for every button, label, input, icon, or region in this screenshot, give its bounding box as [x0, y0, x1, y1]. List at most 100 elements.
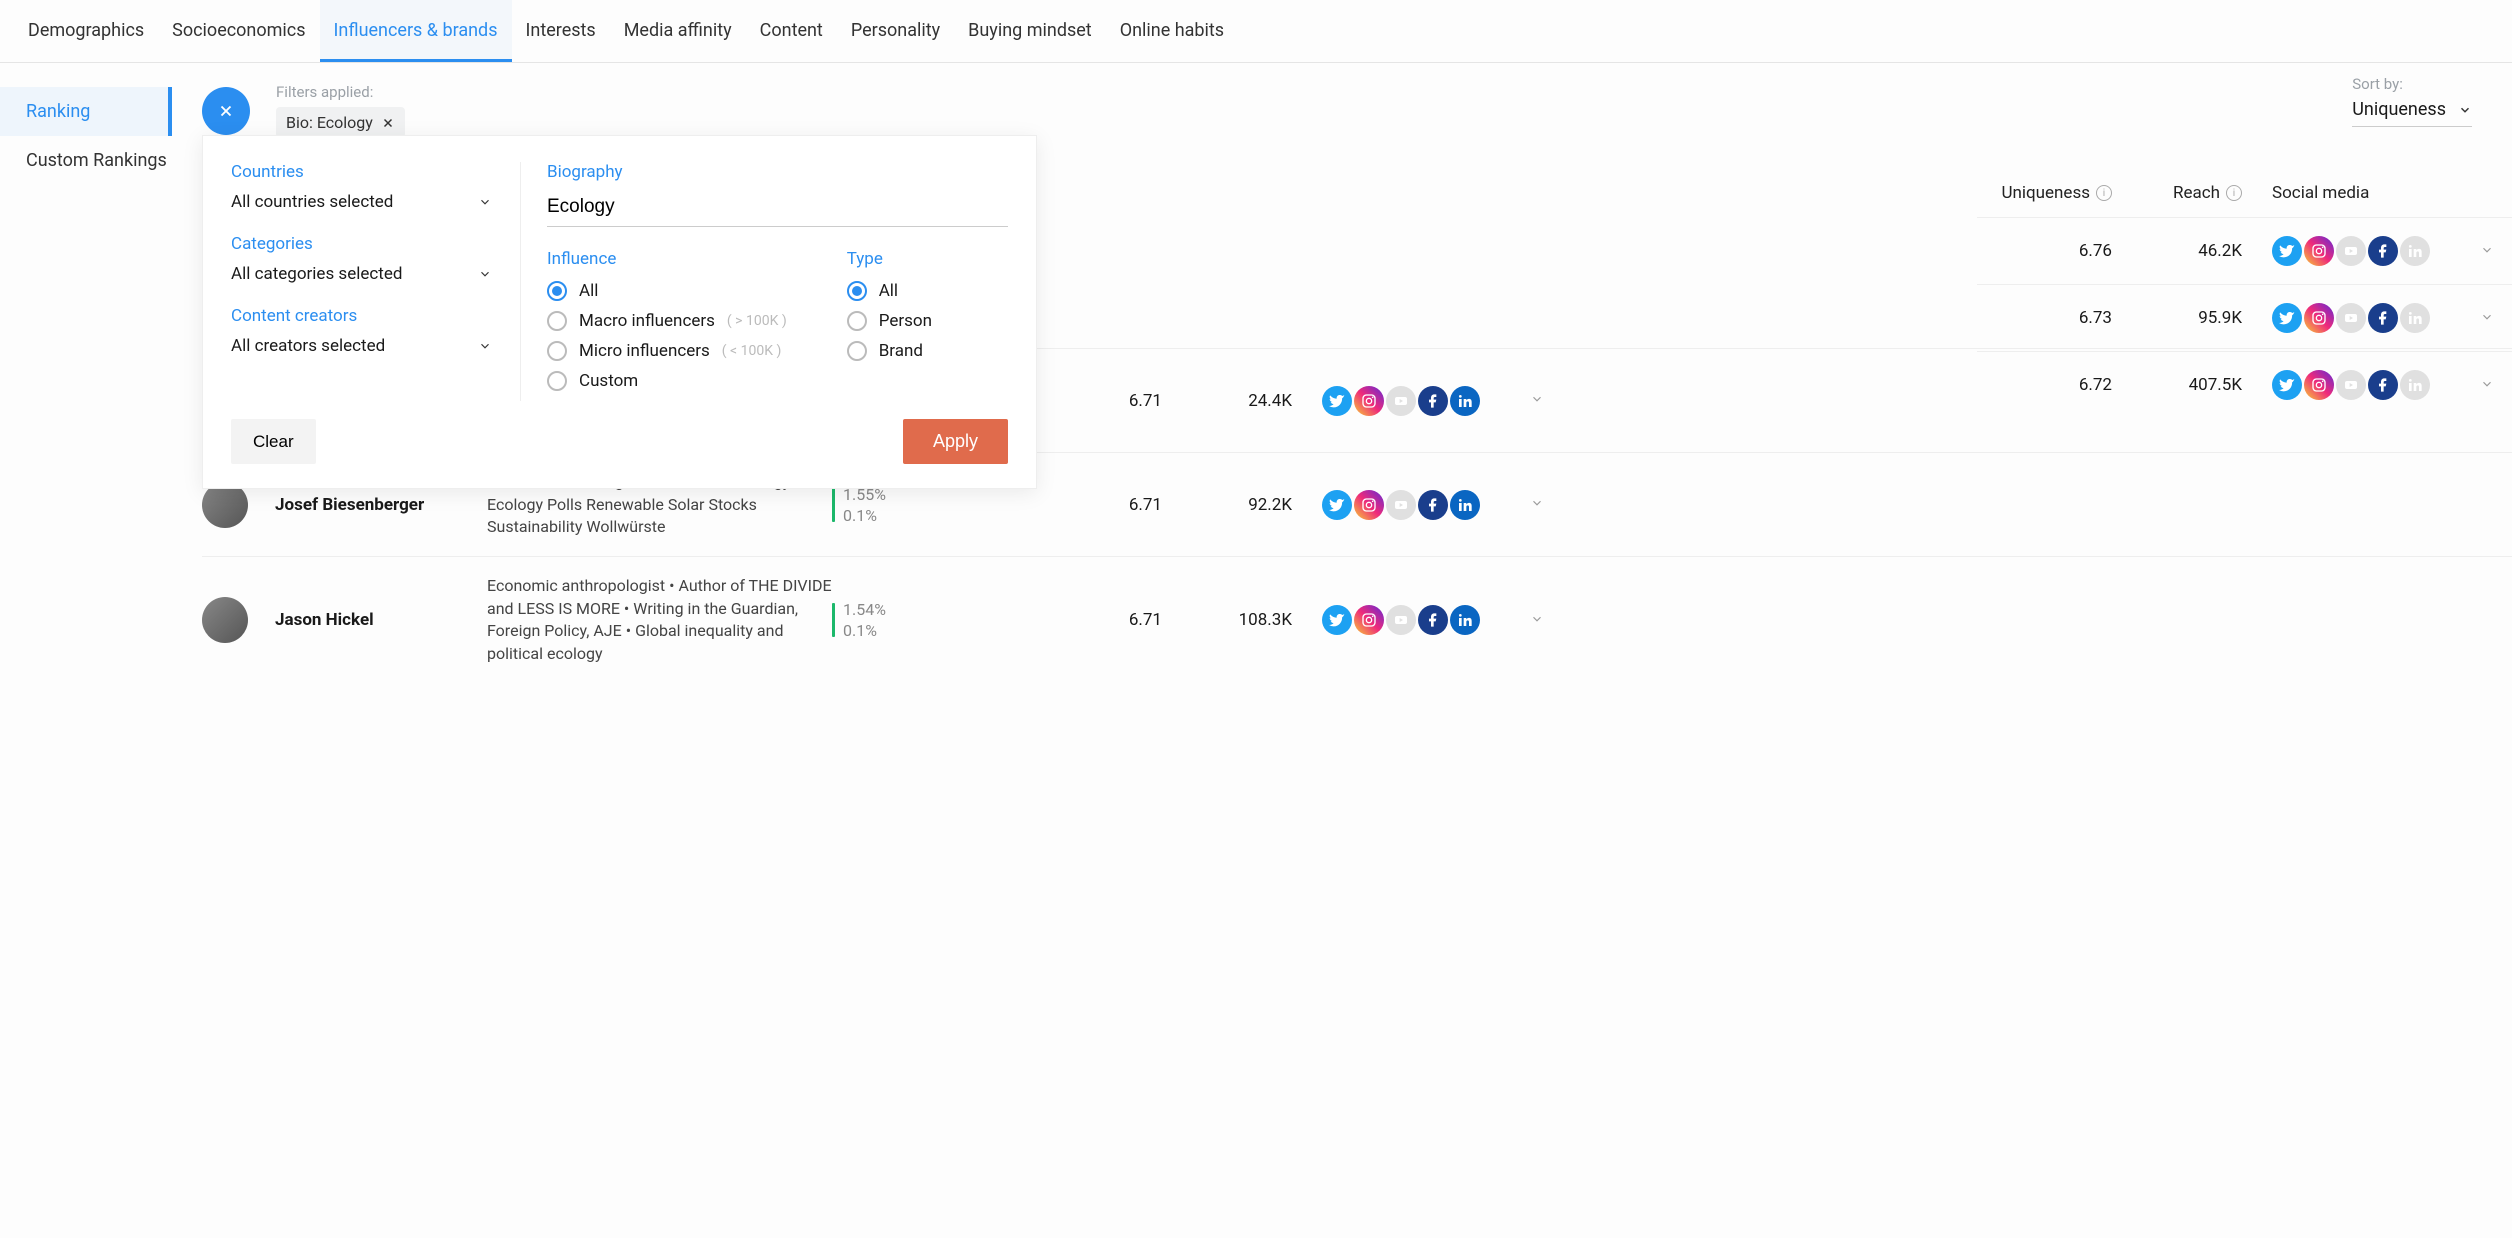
- tab-influencers-brands[interactable]: Influencers & brands: [320, 0, 512, 62]
- pct-value-2: 0.1%: [843, 621, 886, 640]
- remove-chip-icon[interactable]: [381, 116, 395, 130]
- reach-value: 407.5K: [2122, 375, 2252, 395]
- filters-applied-label: Filters applied:: [276, 83, 2512, 101]
- type-radio-all[interactable]: All: [847, 281, 932, 301]
- influence-radio-micro[interactable]: Micro influencers ( < 100K ): [547, 341, 787, 361]
- influence-radio-macro[interactable]: Macro influencers ( > 100K ): [547, 311, 787, 331]
- instagram-icon[interactable]: [2304, 236, 2334, 266]
- chevron-down-icon[interactable]: [2480, 243, 2494, 257]
- info-icon[interactable]: i: [2226, 185, 2242, 201]
- radio-icon: [847, 311, 867, 331]
- info-icon[interactable]: i: [2096, 185, 2112, 201]
- filter-chip-bio-ecology[interactable]: Bio: Ecology: [276, 107, 405, 138]
- reach-value: 92.2K: [1172, 495, 1302, 515]
- avatar: [202, 597, 248, 643]
- influence-title: Influence: [547, 249, 787, 269]
- uniqueness-value: 6.73: [1977, 308, 2122, 328]
- tab-socioeconomics[interactable]: Socioeconomics: [158, 0, 319, 62]
- sidebar: Ranking Custom Rankings: [0, 63, 172, 683]
- sort-select[interactable]: Uniqueness: [2352, 99, 2472, 127]
- row-bio: Economic anthropologist • Author of THE …: [487, 575, 832, 665]
- sidebar-item-custom-rankings[interactable]: Custom Rankings: [0, 136, 172, 185]
- uniqueness-value: 6.71: [1027, 610, 1172, 630]
- type-title: Type: [847, 249, 932, 269]
- chevron-down-icon: [2458, 103, 2472, 117]
- twitter-icon[interactable]: [1322, 490, 1352, 520]
- youtube-icon[interactable]: [1386, 490, 1416, 520]
- categories-select[interactable]: All categories selected: [231, 264, 500, 284]
- tab-online-habits[interactable]: Online habits: [1106, 0, 1238, 62]
- tab-media-affinity[interactable]: Media affinity: [610, 0, 746, 62]
- bar-icon: [832, 603, 835, 637]
- youtube-icon[interactable]: [1386, 386, 1416, 416]
- instagram-icon[interactable]: [2304, 370, 2334, 400]
- chevron-down-icon[interactable]: [1530, 392, 1544, 406]
- table-row[interactable]: 6.76 46.2K: [1977, 217, 2512, 284]
- linkedin-icon[interactable]: [2400, 303, 2430, 333]
- chevron-down-icon[interactable]: [2480, 310, 2494, 324]
- twitter-icon[interactable]: [2272, 303, 2302, 333]
- biography-title: Biography: [547, 162, 1008, 182]
- linkedin-icon[interactable]: [2400, 236, 2430, 266]
- tab-interests[interactable]: Interests: [512, 0, 610, 62]
- youtube-icon[interactable]: [2336, 303, 2366, 333]
- chevron-down-icon: [478, 267, 492, 281]
- facebook-icon[interactable]: [1418, 490, 1448, 520]
- twitter-icon[interactable]: [1322, 605, 1352, 635]
- twitter-icon[interactable]: [2272, 236, 2302, 266]
- influence-radio-custom[interactable]: Custom: [547, 371, 787, 391]
- table-row[interactable]: 6.73 95.9K: [1977, 284, 2512, 351]
- table-row[interactable]: Jason Hickel Economic anthropologist • A…: [202, 556, 2512, 683]
- sort-by-label: Sort by:: [2352, 75, 2472, 93]
- pct-value-1: 1.54%: [843, 600, 886, 619]
- sidebar-item-ranking[interactable]: Ranking: [0, 87, 172, 136]
- table-row[interactable]: 6.72 407.5K: [1977, 351, 2512, 418]
- youtube-icon[interactable]: [1386, 605, 1416, 635]
- radio-icon: [547, 371, 567, 391]
- uniqueness-value: 6.71: [1027, 391, 1172, 411]
- tab-demographics[interactable]: Demographics: [14, 0, 158, 62]
- countries-select[interactable]: All countries selected: [231, 192, 500, 212]
- youtube-icon[interactable]: [2336, 236, 2366, 266]
- chevron-down-icon[interactable]: [1530, 612, 1544, 626]
- facebook-icon[interactable]: [2368, 370, 2398, 400]
- type-radio-person[interactable]: Person: [847, 311, 932, 331]
- creators-value: All creators selected: [231, 336, 385, 356]
- tab-content[interactable]: Content: [746, 0, 837, 62]
- linkedin-icon[interactable]: [2400, 370, 2430, 400]
- radio-icon: [847, 341, 867, 361]
- type-radio-brand[interactable]: Brand: [847, 341, 932, 361]
- linkedin-icon[interactable]: [1450, 490, 1480, 520]
- creators-select[interactable]: All creators selected: [231, 336, 500, 356]
- linkedin-icon[interactable]: [1450, 386, 1480, 416]
- instagram-icon[interactable]: [1354, 490, 1384, 520]
- col-uniqueness-header: Uniqueness: [2001, 183, 2090, 203]
- youtube-icon[interactable]: [2336, 370, 2366, 400]
- row-name: Josef Biesenberger: [257, 495, 487, 515]
- chevron-down-icon[interactable]: [2480, 377, 2494, 391]
- tab-buying-mindset[interactable]: Buying mindset: [954, 0, 1106, 62]
- radio-icon: [547, 281, 567, 301]
- facebook-icon[interactable]: [1418, 386, 1448, 416]
- filter-popup: Countries All countries selected Categor…: [202, 135, 1037, 489]
- instagram-icon[interactable]: [2304, 303, 2334, 333]
- twitter-icon[interactable]: [2272, 370, 2302, 400]
- chevron-down-icon[interactable]: [1530, 496, 1544, 510]
- apply-button[interactable]: Apply: [903, 419, 1008, 464]
- tab-personality[interactable]: Personality: [837, 0, 954, 62]
- influence-radio-all[interactable]: All: [547, 281, 787, 301]
- facebook-icon[interactable]: [2368, 303, 2398, 333]
- close-filters-button[interactable]: [202, 87, 250, 135]
- filter-chip-text: Bio: Ecology: [286, 113, 373, 132]
- linkedin-icon[interactable]: [1450, 605, 1480, 635]
- twitter-icon[interactable]: [1322, 386, 1352, 416]
- instagram-icon[interactable]: [1354, 605, 1384, 635]
- instagram-icon[interactable]: [1354, 386, 1384, 416]
- clear-button[interactable]: Clear: [231, 419, 316, 464]
- col-reach-header: Reach: [2173, 183, 2220, 203]
- chevron-down-icon: [478, 195, 492, 209]
- facebook-icon[interactable]: [2368, 236, 2398, 266]
- biography-input[interactable]: [547, 192, 1008, 227]
- facebook-icon[interactable]: [1418, 605, 1448, 635]
- radio-icon: [847, 281, 867, 301]
